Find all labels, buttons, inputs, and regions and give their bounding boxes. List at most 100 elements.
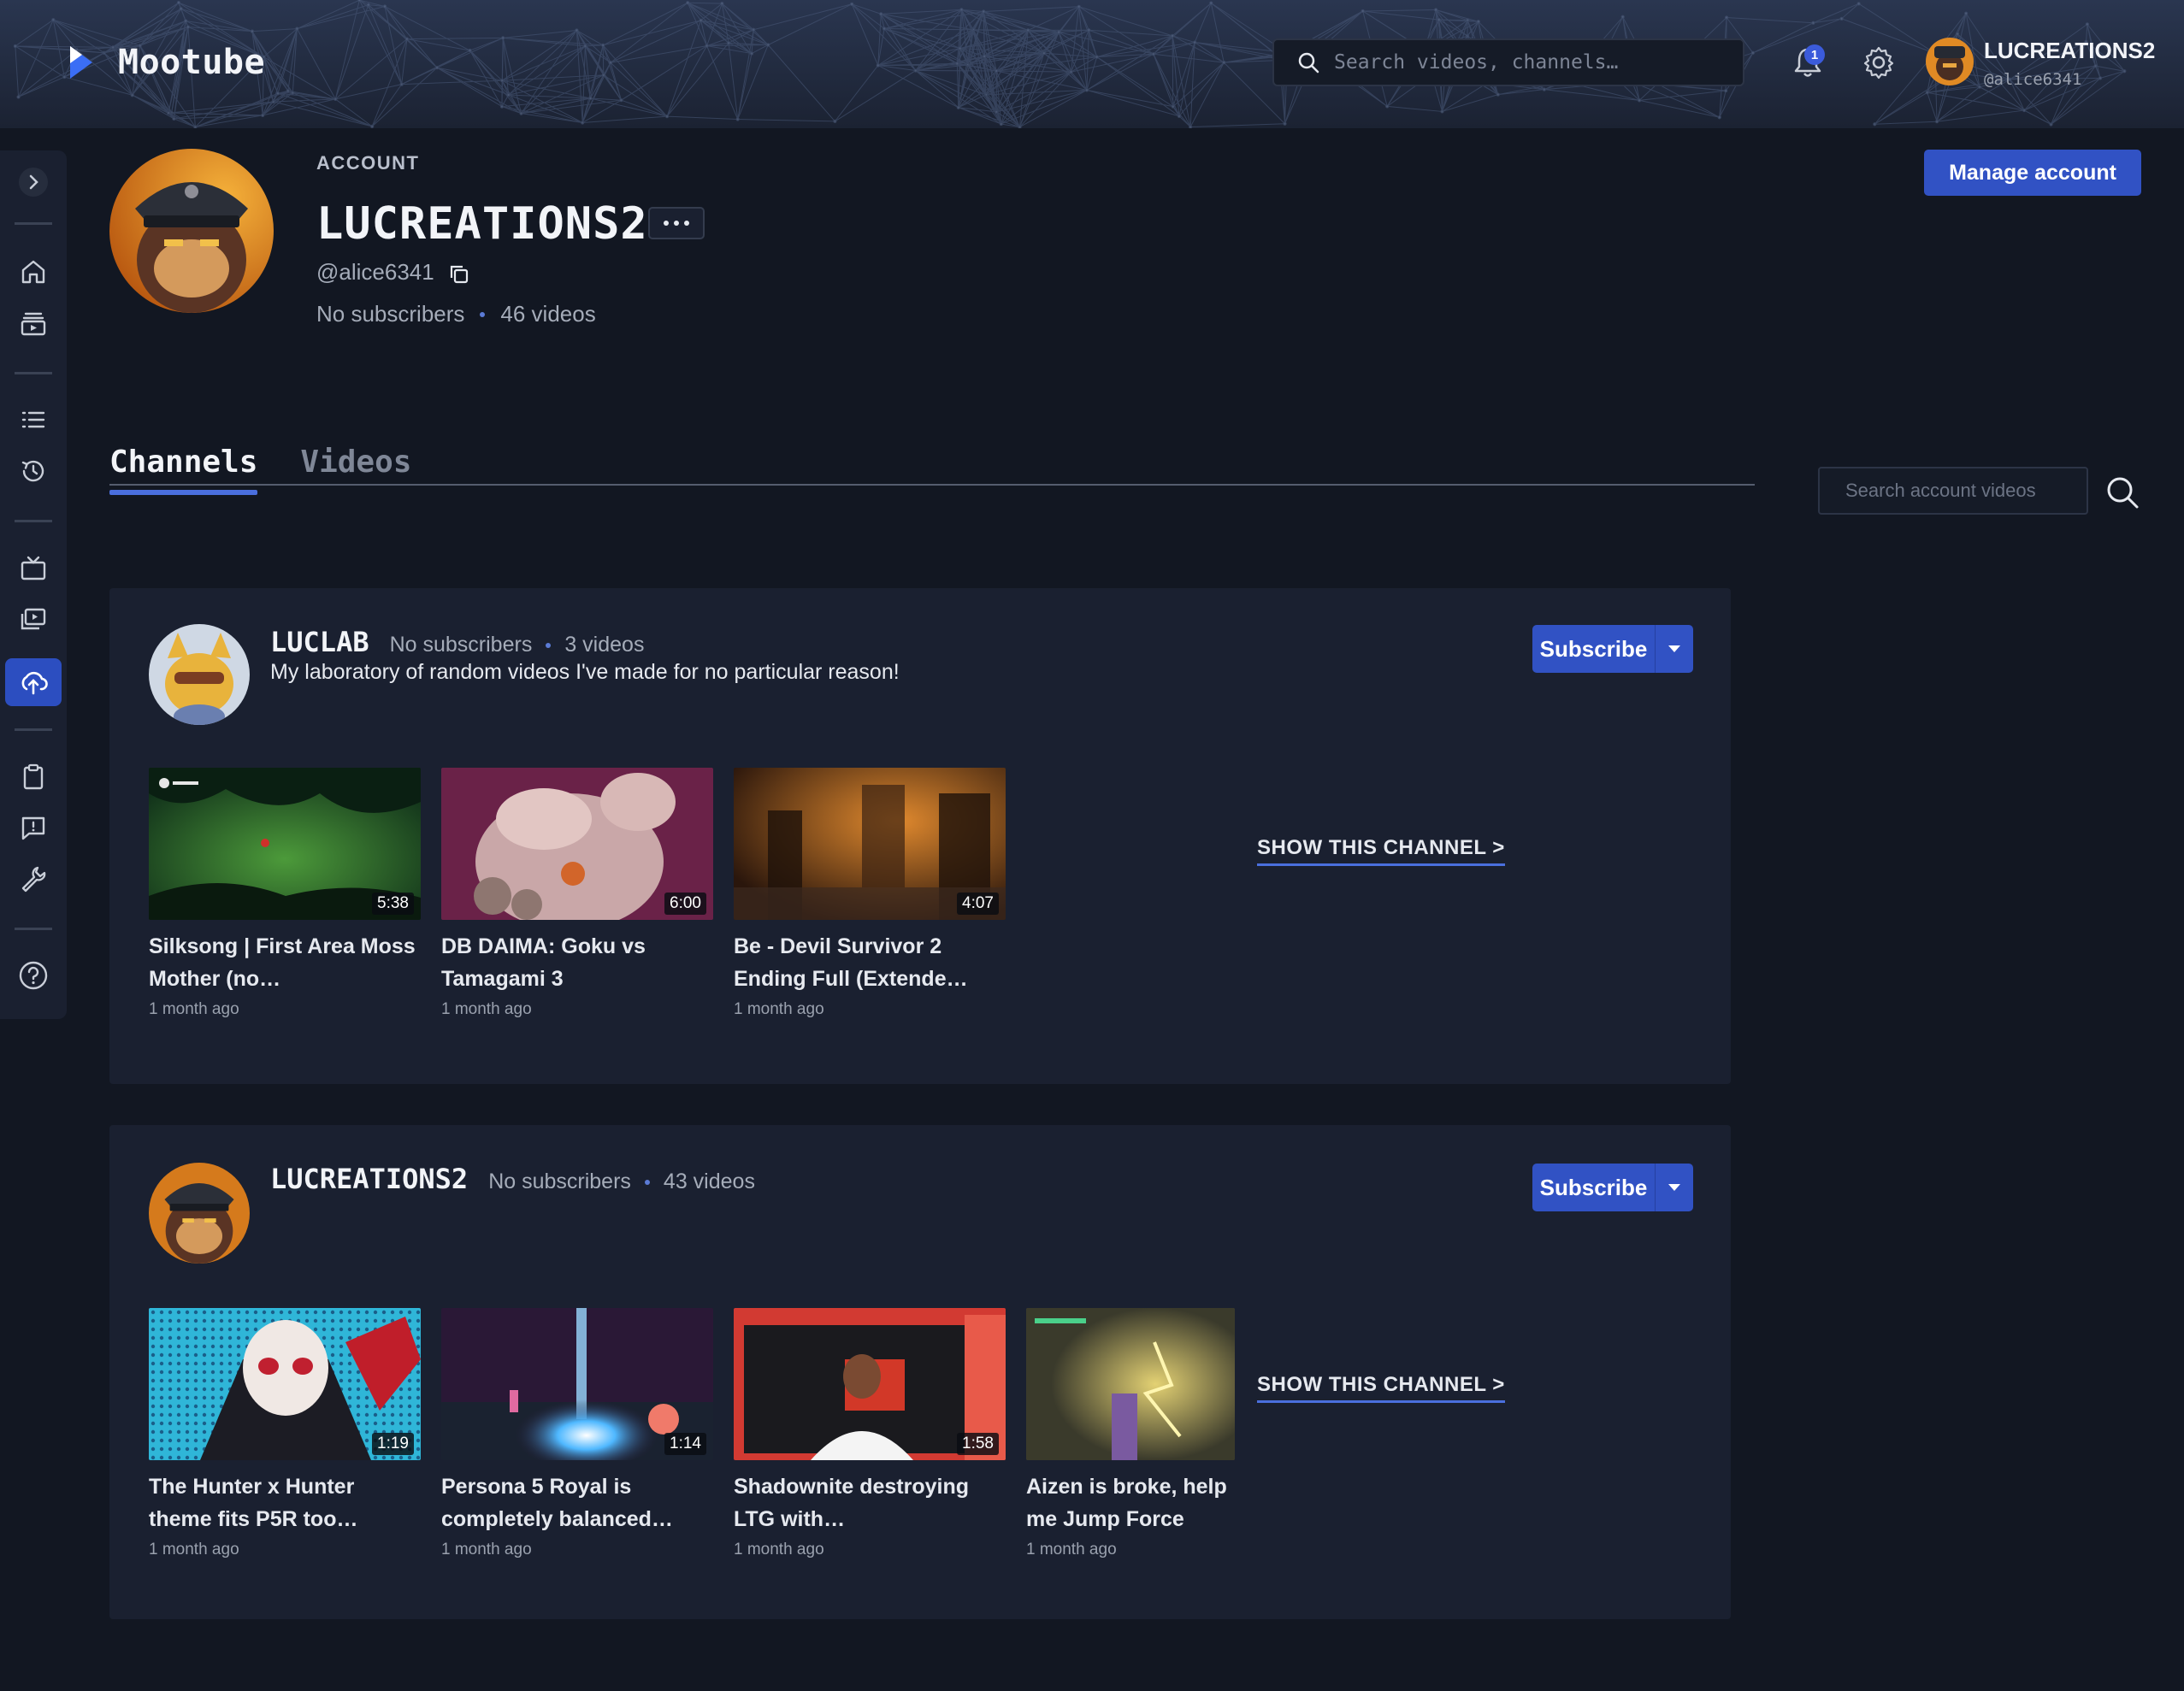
video-date: 1 month ago <box>441 1000 532 1018</box>
video-thumbnail[interactable]: 6:00 <box>441 768 713 920</box>
video-duration: 5:38 <box>372 893 414 915</box>
video-title[interactable]: Aizen is broke, help me Jump Force <box>1026 1470 1235 1535</box>
video-title[interactable]: Shadownite destroying LTG with… <box>734 1470 1006 1535</box>
search-icon[interactable] <box>2104 474 2141 511</box>
video-item[interactable]: 4:07 Be - Devil Survivor 2 Ending Full (… <box>734 768 1006 1019</box>
play-logo-icon <box>70 46 92 79</box>
wrench-icon <box>21 866 46 893</box>
sidebar-item-channels[interactable] <box>17 552 50 585</box>
video-duration: 1:58 <box>957 1433 999 1455</box>
channel-name[interactable]: LUCREATIONS2 <box>270 1163 468 1195</box>
sidebar-item-subscriptions[interactable] <box>17 307 50 339</box>
expand-sidebar-button[interactable] <box>17 166 50 198</box>
video-title[interactable]: Silksong | First Area Moss Mother (no… <box>149 930 421 995</box>
video-date: 1 month ago <box>734 1000 824 1018</box>
header-user-handle: @alice6341 <box>1984 70 2082 89</box>
video-title[interactable]: Persona 5 Royal is completely balanced… <box>441 1470 713 1535</box>
video-thumbnail[interactable]: 1:19 <box>149 1308 421 1460</box>
sidebar-item-home[interactable] <box>17 256 50 288</box>
notification-badge: 1 <box>1804 44 1825 65</box>
tab-underline <box>109 484 1755 486</box>
video-date: 1 month ago <box>149 1000 239 1018</box>
video-date: 1 month ago <box>441 1541 532 1558</box>
page-title: LUCREATIONS2 <box>316 198 648 250</box>
video-count: 46 videos <box>500 301 596 327</box>
history-icon <box>21 460 44 482</box>
logo[interactable]: Mootube <box>62 38 265 87</box>
show-channel-link[interactable]: SHOW THIS CHANNEL > <box>1257 836 1505 866</box>
sidebar-divider <box>15 372 52 374</box>
video-thumbnail[interactable]: 5:38 <box>149 768 421 920</box>
sidebar-divider <box>15 222 52 225</box>
sidebar-item-reports[interactable] <box>17 761 50 793</box>
channel-stats: No subscribers 3 videos <box>390 633 645 657</box>
video-title[interactable]: DB DAIMA: Goku vs Tamagami 3 <box>441 930 713 995</box>
account-label: ACCOUNT <box>316 152 420 174</box>
channel-card: LUCREATIONS2 No subscribers 43 videos Su… <box>109 1125 1731 1619</box>
sidebar-item-tools[interactable] <box>17 863 50 895</box>
list-icon <box>21 411 45 428</box>
subscribe-options-button[interactable] <box>1656 1164 1693 1211</box>
video-item[interactable]: 1:14 Persona 5 Royal is completely balan… <box>441 1308 713 1559</box>
global-search[interactable] <box>1272 38 1744 86</box>
video-thumbnail[interactable]: 1:14 <box>441 1308 713 1460</box>
separator-dot <box>546 642 552 648</box>
search-input[interactable] <box>1334 51 1743 74</box>
video-item[interactable]: 1:19 The Hunter x Hunter theme fits P5R … <box>149 1308 421 1559</box>
show-channel-link[interactable]: SHOW THIS CHANNEL > <box>1257 1373 1505 1403</box>
sidebar-item-history[interactable] <box>17 455 50 487</box>
video-item[interactable]: Aizen is broke, help me Jump Force 1 mon… <box>1026 1308 1235 1559</box>
channel-subscribers: No subscribers <box>488 1170 631 1193</box>
channel-avatar[interactable] <box>149 624 250 725</box>
more-options-button[interactable] <box>648 207 705 239</box>
separator-dot <box>480 311 486 317</box>
sidebar-divider <box>15 520 52 522</box>
feedback-icon <box>21 816 45 840</box>
video-thumbnail[interactable] <box>1026 1308 1235 1460</box>
channel-description: My laboratory of random videos I've made… <box>270 660 900 684</box>
sidebar-item-playlists[interactable] <box>17 404 50 436</box>
subscriber-count: No subscribers <box>316 301 465 327</box>
sidebar-item-upload[interactable] <box>17 666 50 698</box>
subscribe-button[interactable]: Subscribe <box>1532 625 1693 673</box>
channel-video-count: 3 videos <box>564 633 645 657</box>
channel-card: LUCLAB No subscribers 3 videos My labora… <box>109 588 1731 1084</box>
header-user-name[interactable]: LUCREATIONS2 <box>1984 38 2155 64</box>
video-title[interactable]: The Hunter x Hunter theme fits P5R too… <box>149 1470 421 1535</box>
channel-stats: No subscribers 43 videos <box>488 1170 755 1194</box>
video-item[interactable]: 6:00 DB DAIMA: Goku vs Tamagami 3 1 mont… <box>441 768 713 1019</box>
video-item[interactable]: 5:38 Silksong | First Area Moss Mother (… <box>149 768 421 1019</box>
sidebar-item-feedback[interactable] <box>17 812 50 845</box>
copy-icon[interactable] <box>446 262 472 287</box>
sidebar-item-library[interactable] <box>17 604 50 636</box>
account-video-search-input[interactable] <box>1818 467 2088 515</box>
user-avatar[interactable] <box>1926 38 1974 85</box>
gear-icon[interactable] <box>1861 44 1897 80</box>
channel-name[interactable]: LUCLAB <box>270 626 369 658</box>
library-icon <box>21 608 46 630</box>
video-duration: 6:00 <box>664 893 706 915</box>
video-item[interactable]: 1:58 Shadownite destroying LTG with… 1 m… <box>734 1308 1006 1559</box>
app-name: Mootube <box>118 43 266 82</box>
video-date: 1 month ago <box>149 1541 239 1558</box>
chevron-right-icon <box>19 168 48 197</box>
profile-stats: No subscribers 46 videos <box>316 301 596 327</box>
video-thumbnail[interactable]: 1:58 <box>734 1308 1006 1460</box>
video-title[interactable]: Be - Devil Survivor 2 Ending Full (Exten… <box>734 930 1006 995</box>
subscribe-button[interactable]: Subscribe <box>1532 1164 1693 1211</box>
channel-video-count: 43 videos <box>663 1170 755 1193</box>
channel-avatar[interactable] <box>149 1163 250 1264</box>
top-header: Mootube 1 LUCREATIONS2 @alice6341 <box>0 0 2184 128</box>
caret-down-icon <box>1668 645 1680 652</box>
sidebar-item-help[interactable] <box>17 959 50 992</box>
tv-icon <box>21 556 46 580</box>
subscribe-label[interactable]: Subscribe <box>1532 1164 1656 1211</box>
sidebar-divider <box>15 728 52 731</box>
manage-account-button[interactable]: Manage account <box>1924 150 2141 196</box>
video-duration: 1:14 <box>664 1433 706 1455</box>
subscribe-label[interactable]: Subscribe <box>1532 625 1656 673</box>
channel-header: LUCREATIONS2 No subscribers 43 videos <box>270 1163 755 1195</box>
video-thumbnail[interactable]: 4:07 <box>734 768 1006 920</box>
subscribe-options-button[interactable] <box>1656 625 1693 673</box>
help-icon <box>19 961 48 990</box>
